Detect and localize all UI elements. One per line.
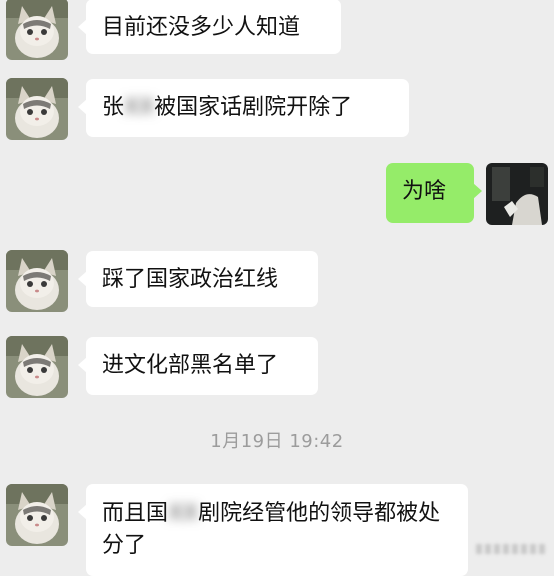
message-bubble[interactable]: 进文化部黑名单了: [78, 337, 318, 395]
cat-avatar-icon[interactable]: [6, 250, 68, 312]
message-bubble[interactable]: 张XX被国家话剧院开除了: [78, 79, 409, 137]
redacted-name: XX: [168, 501, 199, 526]
message-bubble[interactable]: 踩了国家政治红线: [78, 251, 318, 307]
message-text: 为啥: [402, 179, 447, 204]
message-bubble[interactable]: 为啥: [386, 163, 482, 223]
message-timestamp: 1月19日 19:42: [210, 431, 344, 452]
message-text: 目前还没多少人知道: [102, 15, 301, 40]
message-text: 进文化部黑名单了: [102, 353, 279, 378]
message-text: 踩了国家政治红线: [102, 267, 279, 292]
message-bubble[interactable]: 目前还没多少人知道: [78, 0, 341, 54]
photo-avatar-icon[interactable]: [486, 163, 548, 225]
message-bubble[interactable]: 而且国XX剧院经管他的领导都被处分了: [78, 484, 468, 576]
cat-avatar-icon[interactable]: [6, 484, 68, 546]
message-text-prefix: 张: [102, 95, 125, 120]
watermark: [476, 544, 546, 554]
redacted-name: XX: [124, 95, 155, 120]
cat-avatar-icon[interactable]: [6, 0, 68, 60]
chat-window: 目前还没多少人知道 张XX被国家话剧院开除了 为啥 踩了国家政治红线 进文化部黑…: [0, 0, 554, 576]
message-text-suffix: 被国家话剧院开除了: [154, 95, 353, 120]
message-text-prefix: 而且国: [102, 501, 169, 526]
cat-avatar-icon[interactable]: [6, 336, 68, 398]
cat-avatar-icon[interactable]: [6, 78, 68, 140]
